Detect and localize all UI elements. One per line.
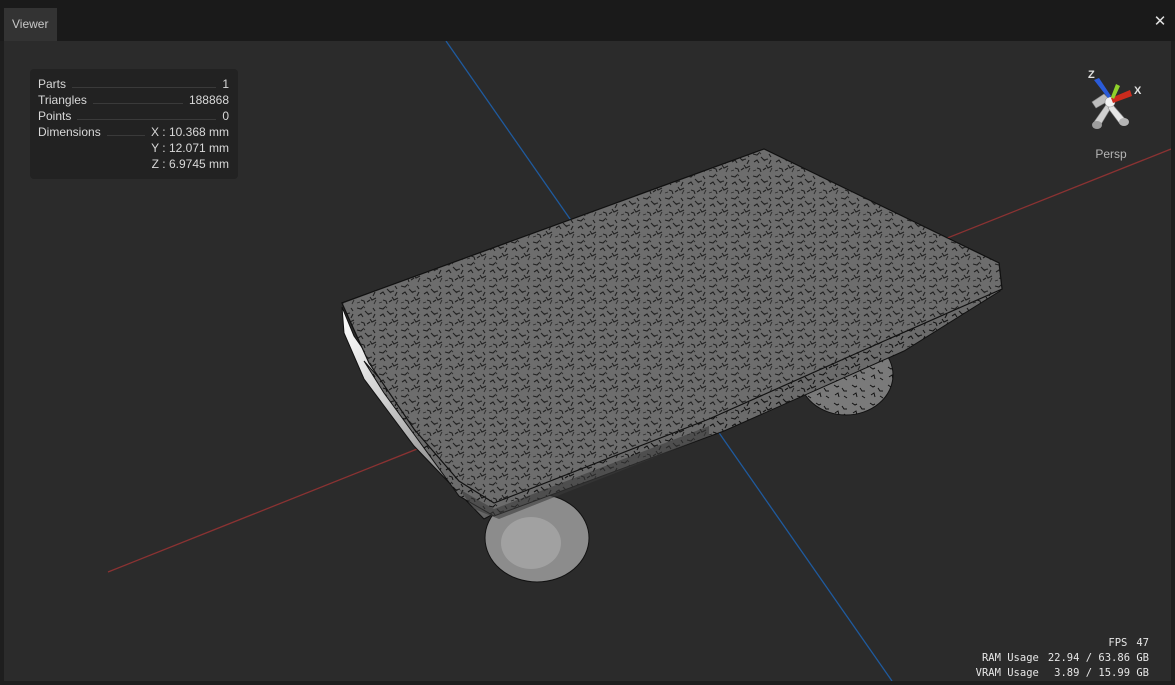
info-row-dimension-z: Z : 6.9745 mm [38, 156, 229, 172]
stat-ram: RAM Usage 22.94 / 63.86 GB [969, 651, 1149, 666]
vram-value: 3.89 / 15.99 GB [1047, 667, 1149, 679]
dimension-z-value: Z : 6.9745 mm [151, 157, 229, 171]
dimension-y-value: Y : 12.071 mm [151, 141, 229, 155]
gizmo-x-label: X [1134, 85, 1142, 97]
viewer-window: Viewer ✕ Parts 1 Triangles 188868 Points… [0, 0, 1175, 685]
orientation-gizmo[interactable]: Z X [1080, 64, 1144, 134]
gizmo-body-icon [1091, 93, 1129, 129]
stat-vram: VRAM Usage 3.89 / 15.99 GB [969, 666, 1149, 681]
leader-line [77, 119, 217, 120]
points-value: 0 [222, 109, 229, 123]
stat-fps: FPS 47 [969, 636, 1149, 651]
view-mode-label[interactable]: Persp [1094, 147, 1128, 161]
performance-stats: FPS 47 RAM Usage 22.94 / 63.86 GB VRAM U… [969, 636, 1149, 681]
3d-viewport[interactable]: Parts 1 Triangles 188868 Points 0 Dimens… [4, 41, 1171, 681]
triangles-label: Triangles [38, 93, 87, 107]
close-icon[interactable]: ✕ [1151, 12, 1169, 30]
dimensions-label: Dimensions [38, 125, 101, 139]
info-row-parts: Parts 1 [38, 76, 229, 92]
ram-value: 22.94 / 63.86 GB [1047, 652, 1149, 664]
fps-value: 47 [1136, 637, 1149, 649]
info-row-dimensions: Dimensions X : 10.368 mm [38, 124, 229, 140]
dimension-x-value: X : 10.368 mm [150, 125, 229, 139]
parts-value: 1 [222, 77, 229, 91]
info-row-dimension-y: Y : 12.071 mm [38, 140, 229, 156]
info-row-points: Points 0 [38, 108, 229, 124]
fps-label: FPS [1108, 637, 1128, 649]
gizmo-z-label: Z [1088, 69, 1095, 81]
points-label: Points [38, 109, 72, 123]
tab-bar: Viewer ✕ [0, 0, 1175, 41]
mesh-model[interactable] [341, 148, 1003, 583]
ram-label: RAM Usage [981, 652, 1039, 664]
info-row-triangles: Triangles 188868 [38, 92, 229, 108]
parts-label: Parts [38, 77, 67, 91]
vram-label: VRAM Usage [975, 667, 1039, 679]
leader-line [72, 87, 217, 88]
leader-line [92, 103, 183, 104]
leader-line [106, 135, 145, 136]
tab-viewer[interactable]: Viewer [4, 8, 57, 41]
model-info-panel: Parts 1 Triangles 188868 Points 0 Dimens… [30, 69, 238, 179]
triangles-value: 188868 [188, 93, 229, 107]
